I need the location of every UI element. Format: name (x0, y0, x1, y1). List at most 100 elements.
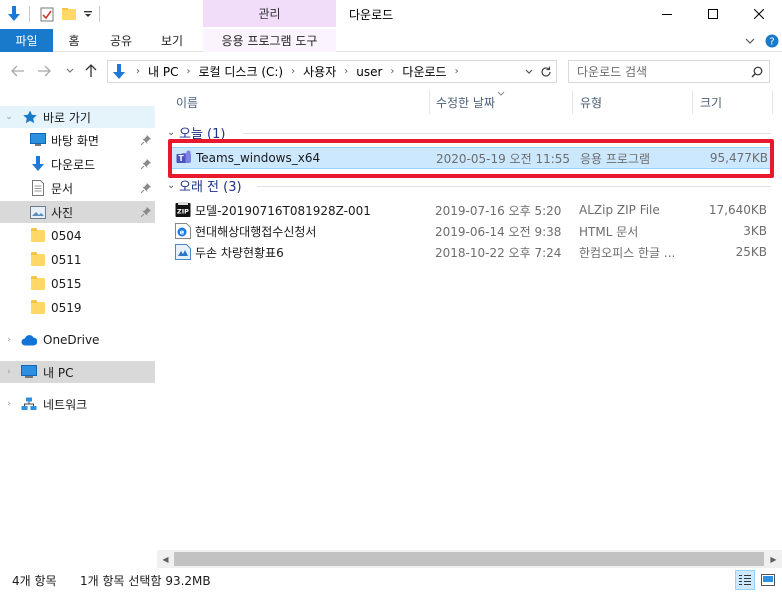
group-header-long-ago[interactable]: ⌄ 오래 전 (3) (167, 176, 242, 195)
column-divider[interactable] (572, 90, 573, 114)
svg-text:ZIP: ZIP (177, 208, 189, 216)
help-icon[interactable]: ? (764, 29, 780, 52)
column-divider[interactable] (429, 90, 430, 114)
download-arrow-icon[interactable] (6, 5, 22, 23)
breadcrumb-downloads[interactable]: 다운로드 (398, 63, 450, 80)
nav-item-folder-0504[interactable]: 0504 (0, 225, 155, 247)
search-input[interactable] (569, 61, 744, 82)
file-name: 두손 차량현황표6 (195, 245, 284, 260)
tab-view[interactable]: 보기 (152, 29, 192, 52)
table-row[interactable]: ZIP 모델-20190716T081928Z-001 2019-07-16 오… (171, 200, 773, 222)
pin-icon[interactable] (140, 134, 152, 146)
nav-item-label: 0519 (51, 301, 82, 315)
file-modified: 2020-05-19 오전 11:55 (436, 151, 571, 166)
expand-ribbon-icon[interactable] (742, 29, 758, 52)
group-divider (243, 133, 771, 134)
column-header-modified[interactable]: 수정한 날짜 (436, 90, 495, 114)
nav-this-pc[interactable]: › 내 PC (0, 361, 155, 383)
chevron-right-icon[interactable]: › (287, 66, 299, 77)
hwp-icon (175, 244, 191, 260)
nav-item-pictures[interactable]: 사진 (0, 201, 155, 223)
group-header-today[interactable]: ⌄ 오늘 (1) (167, 123, 225, 142)
column-divider[interactable] (692, 90, 693, 114)
chevron-down-icon[interactable]: ⌄ (4, 112, 14, 122)
folder-icon (30, 228, 46, 244)
breadcrumb-local-disk[interactable]: 로컬 디스크 (C:) (194, 63, 287, 80)
nav-item-documents[interactable]: 문서 (0, 177, 155, 199)
up-arrow-icon[interactable] (83, 63, 99, 79)
address-toolbar: › 내 PC › 로컬 디스크 (C:) › 사용자 › user › 다운로드… (0, 52, 782, 90)
search-box[interactable] (568, 60, 770, 83)
details-view-button[interactable] (735, 570, 755, 590)
back-arrow-icon[interactable] (10, 63, 26, 79)
breadcrumb-user[interactable]: user (352, 65, 386, 79)
zip-icon: ZIP (175, 202, 191, 218)
separator (99, 6, 100, 22)
table-row[interactable]: 두손 차량현황표6 2018-10-22 오후 7:24 한컴오피스 한글 ..… (171, 242, 773, 264)
refresh-icon[interactable] (538, 64, 554, 80)
pin-icon[interactable] (140, 182, 152, 194)
group-header-label: 오래 전 (3) (179, 179, 242, 195)
scroll-left-icon[interactable]: ◀ (157, 550, 174, 568)
breadcrumb-this-pc[interactable]: 내 PC (144, 63, 182, 80)
nav-onedrive[interactable]: › OneDrive (0, 329, 155, 351)
recent-locations-icon[interactable] (62, 63, 78, 79)
nav-item-folder-0511[interactable]: 0511 (0, 249, 155, 271)
minimize-button[interactable] (644, 0, 690, 27)
cloud-icon (21, 332, 37, 348)
pin-icon[interactable] (140, 206, 152, 218)
nav-item-label: 사진 (51, 205, 74, 220)
chevron-right-icon[interactable]: › (4, 367, 14, 377)
large-icons-view-button[interactable] (758, 570, 778, 590)
properties-icon[interactable] (39, 5, 55, 23)
chevron-right-icon[interactable]: › (451, 66, 463, 77)
file-type: HTML 문서 (579, 224, 639, 239)
chevron-down-icon[interactable]: ⌄ (167, 127, 179, 138)
folder-icon (30, 252, 46, 268)
nav-item-desktop[interactable]: 바탕 화면 (0, 129, 155, 151)
column-header-name[interactable]: 이름 (176, 90, 198, 114)
customize-toolbar-icon[interactable] (80, 5, 96, 23)
pin-icon[interactable] (140, 158, 152, 170)
maximize-button[interactable] (690, 0, 736, 27)
scrollbar-thumb[interactable] (174, 552, 764, 566)
new-folder-icon[interactable] (61, 5, 77, 23)
scroll-right-icon[interactable]: ▶ (765, 550, 782, 568)
chevron-right-icon[interactable]: › (340, 66, 352, 77)
nav-network[interactable]: › 네트워크 (0, 393, 155, 415)
chevron-right-icon[interactable]: › (182, 66, 194, 77)
tab-share[interactable]: 공유 (101, 29, 141, 52)
address-bar[interactable]: › 내 PC › 로컬 디스크 (C:) › 사용자 › user › 다운로드… (107, 60, 557, 83)
nav-item-folder-0515[interactable]: 0515 (0, 273, 155, 295)
ribbon-tab-bar: 파일 홈 공유 보기 응용 프로그램 도구 ? (0, 29, 782, 52)
column-header-size[interactable]: 크기 (700, 90, 722, 114)
tab-application-tools[interactable]: 응용 프로그램 도구 (203, 29, 336, 52)
column-header-type[interactable]: 유형 (580, 90, 602, 114)
nav-quick-access[interactable]: ⌄ 바로 가기 (0, 106, 155, 128)
network-icon (21, 396, 37, 412)
nav-onedrive-label: OneDrive (43, 333, 100, 347)
breadcrumb-users[interactable]: 사용자 (299, 63, 340, 80)
document-icon (30, 180, 46, 196)
chevron-down-icon[interactable]: ⌄ (167, 180, 179, 191)
file-modified: 2018-10-22 오후 7:24 (435, 245, 562, 260)
chevron-right-icon: › (136, 66, 140, 77)
file-list: 이름 수정한 날짜 유형 크기 ⌄ 오늘 (1) T Teams_windows… (157, 90, 782, 550)
tab-file[interactable]: 파일 (0, 29, 53, 52)
forward-arrow-icon[interactable] (36, 63, 52, 79)
close-button[interactable] (736, 0, 782, 27)
chevron-right-icon[interactable]: › (4, 399, 14, 409)
chevron-right-icon[interactable]: › (386, 66, 398, 77)
column-divider[interactable] (772, 90, 773, 114)
tab-home[interactable]: 홈 (58, 29, 90, 52)
title-bar: 관리 다운로드 (0, 0, 782, 29)
nav-this-pc-label: 내 PC (43, 365, 74, 380)
table-row[interactable]: T Teams_windows_x64 2020-05-19 오전 11:55 … (171, 147, 773, 169)
nav-item-downloads[interactable]: 다운로드 (0, 153, 155, 175)
address-history-icon[interactable] (522, 64, 536, 80)
table-row[interactable]: e 현대해상대행접수신청서 2019-06-14 오전 9:38 HTML 문서… (171, 221, 773, 243)
chevron-right-icon[interactable]: › (4, 335, 14, 345)
search-icon[interactable] (749, 64, 765, 80)
nav-item-folder-0519[interactable]: 0519 (0, 297, 155, 319)
horizontal-scrollbar[interactable]: ◀ ▶ (157, 550, 782, 568)
